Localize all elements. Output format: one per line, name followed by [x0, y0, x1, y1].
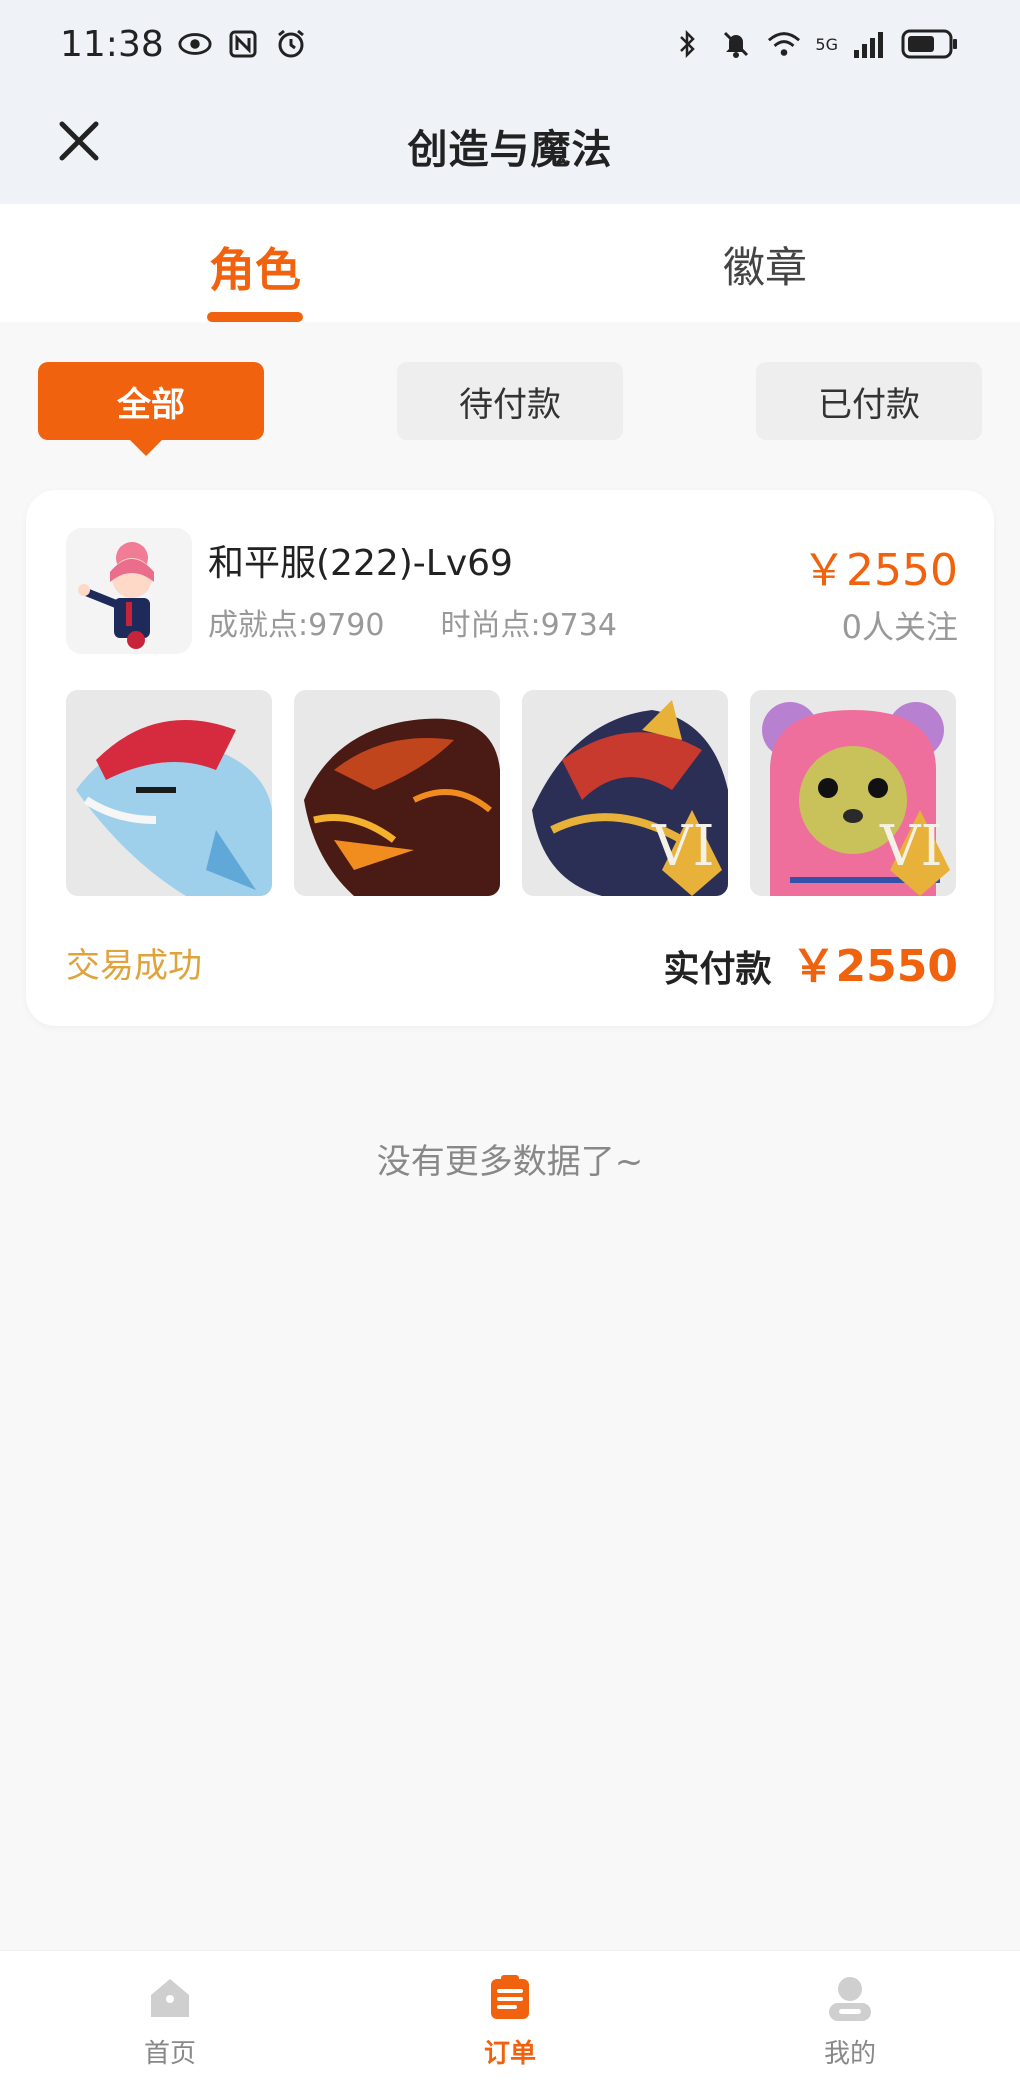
bottom-nav: 首页 订单 我的	[0, 1950, 1020, 2082]
wifi-icon	[767, 27, 801, 61]
close-icon[interactable]	[56, 118, 102, 164]
status-bar: 11:38 5G	[0, 0, 1020, 88]
home-icon	[145, 1973, 195, 2027]
tab-badge[interactable]: 徽章	[665, 234, 865, 295]
item-thumb-fish[interactable]	[66, 690, 272, 896]
tab-role[interactable]: 角色	[155, 234, 355, 300]
item-badge-vi-2: VI	[879, 814, 943, 879]
role-name: 和平服(222)-Lv69	[208, 543, 513, 584]
tab-badge-label: 徽章	[722, 243, 807, 292]
nav-bar: 创造与魔法	[0, 88, 1020, 204]
paid-label: 实付款	[663, 949, 772, 990]
order-icon	[485, 1973, 535, 2027]
fashion-points: 时尚点:9734	[440, 608, 617, 643]
bottom-nav-home-label: 首页	[143, 2039, 196, 2069]
follower-count: 0人关注	[841, 608, 958, 646]
filter-all-label: 全部	[117, 384, 185, 425]
no-more-data-text: 没有更多数据了~	[376, 1142, 644, 1182]
alarm-icon	[274, 27, 308, 61]
bottom-nav-orders[interactable]: 订单	[440, 1973, 580, 2070]
status-time: 11:38	[60, 23, 164, 65]
filter-pending-label: 待付款	[459, 384, 561, 425]
role-avatar	[66, 528, 192, 654]
bluetooth-icon	[671, 27, 705, 61]
role-stats: 成就点:9790 时尚点:9734	[208, 600, 617, 644]
filter-pending-button[interactable]: 待付款	[397, 362, 623, 440]
paid-amount-row: 实付款 ￥2550	[664, 930, 958, 994]
battery-icon	[900, 27, 960, 61]
signal-icon	[852, 27, 886, 61]
tab-bar: 角色 徽章	[0, 204, 1020, 322]
user-icon	[825, 1973, 875, 2027]
item-thumb-fire-dragon[interactable]	[294, 690, 500, 896]
filter-paid-button[interactable]: 已付款	[756, 362, 982, 440]
filter-all-button[interactable]: 全部	[38, 362, 264, 440]
bottom-nav-profile[interactable]: 我的	[780, 1973, 920, 2070]
item-thumbnails: VI VI	[66, 690, 956, 898]
bottom-nav-profile-label: 我的	[823, 2039, 876, 2069]
filter-paid-label: 已付款	[818, 384, 920, 425]
item-thumb-gold-dragon[interactable]: VI	[522, 690, 728, 896]
mute-icon	[719, 27, 753, 61]
item-badge-vi: VI	[651, 814, 715, 879]
order-status: 交易成功	[66, 946, 202, 986]
achievement-points: 成就点:9790	[208, 608, 385, 643]
bottom-nav-orders-label: 订单	[483, 2039, 536, 2069]
network-label: 5G	[815, 34, 838, 54]
status-right: 5G	[671, 27, 960, 61]
page-title: 创造与魔法	[407, 127, 613, 173]
nfc-icon	[226, 27, 260, 61]
bottom-nav-home[interactable]: 首页	[100, 1973, 240, 2070]
paid-amount: ￥2550	[791, 941, 958, 992]
order-card[interactable]: 和平服(222)-Lv69 成就点:9790 时尚点:9734 ￥2550 0人…	[26, 490, 994, 1026]
tab-role-label: 角色	[209, 243, 301, 297]
filter-row: 全部 待付款 已付款	[0, 362, 1020, 456]
tab-active-indicator	[207, 312, 303, 322]
status-left: 11:38	[60, 24, 308, 65]
item-thumb-pink-bear[interactable]: VI	[750, 690, 956, 896]
eye-icon	[178, 27, 212, 61]
order-price: ￥2550	[802, 545, 958, 596]
filter-active-pointer	[130, 440, 162, 456]
